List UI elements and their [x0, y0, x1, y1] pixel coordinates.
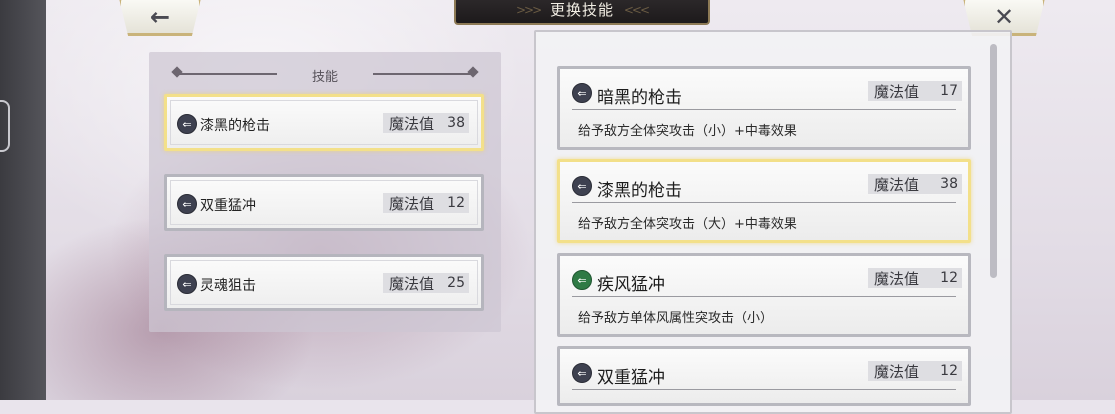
skill-name: 双重猛冲 — [597, 368, 665, 388]
skill-name: 灵魂狙击 — [200, 278, 256, 294]
page-title: 更换技能 — [549, 1, 614, 19]
mp-value: 12 — [940, 363, 958, 379]
mp-cost-badge: 魔法值 25 — [383, 273, 469, 293]
skill-list-item[interactable]: ⇐ 双重猛冲 魔法值 12 — [557, 346, 971, 406]
panel-header: 技能 — [149, 66, 501, 85]
title-ornament-left: >>> — [516, 2, 542, 17]
skill-description: 给予敌方全体突攻击（小）+中毒效果 — [578, 124, 797, 139]
title-ornament-right: <<< — [623, 2, 650, 17]
ornament-line-left — [177, 73, 277, 75]
mp-value: 38 — [447, 115, 465, 131]
wind-arrow-icon: ⇐ — [572, 270, 592, 290]
divider — [572, 202, 956, 203]
skill-list-item[interactable]: ⇐ 暗黑的枪击 魔法值 17 给予敌方全体突攻击（小）+中毒效果 — [557, 66, 971, 150]
mp-cost-badge: 魔法值 38 — [868, 174, 962, 194]
dark-arrow-icon: ⇐ — [177, 114, 197, 134]
side-handle — [0, 100, 10, 152]
skill-list-item[interactable]: ⇐ 疾风猛冲 魔法值 12 给予敌方单体风属性突攻击（小） — [557, 253, 971, 337]
equipped-skill-slot[interactable]: ⇐ 漆黑的枪击 魔法值 38 — [164, 94, 484, 151]
ornament-right — [467, 66, 479, 78]
mp-cost-badge: 魔法值 12 — [868, 268, 962, 288]
dark-arrow-icon: ⇐ — [177, 194, 197, 214]
mp-value: 12 — [447, 195, 465, 211]
mp-label: 魔法值 — [874, 175, 920, 194]
close-icon: ✕ — [993, 3, 1015, 31]
dark-arrow-icon: ⇐ — [572, 176, 592, 196]
back-arrow-icon: ← — [149, 3, 171, 31]
mp-label: 魔法值 — [874, 269, 920, 288]
mp-label: 魔法值 — [389, 114, 435, 133]
mp-label: 魔法值 — [389, 274, 435, 293]
mp-label: 魔法值 — [389, 194, 435, 213]
mp-cost-badge: 魔法值 12 — [383, 193, 469, 213]
mp-cost-badge: 魔法值 38 — [383, 113, 469, 133]
scrollbar[interactable] — [990, 44, 997, 278]
skill-name: 双重猛冲 — [200, 198, 256, 214]
skill-list-item[interactable]: ⇐ 漆黑的枪击 魔法值 38 给予敌方全体突攻击（大）+中毒效果 — [557, 159, 971, 243]
mp-value: 38 — [940, 176, 958, 192]
skill-name: 漆黑的枪击 — [597, 181, 682, 201]
skill-description: 给予敌方单体风属性突攻击（小） — [578, 311, 774, 326]
divider — [572, 109, 956, 110]
mp-label: 魔法值 — [874, 362, 920, 381]
mp-value: 25 — [447, 275, 465, 291]
ornament-line-right — [373, 73, 473, 75]
skill-name: 漆黑的枪击 — [200, 118, 270, 134]
title-plate: >>> 更换技能 <<< — [454, 0, 710, 25]
equipped-skill-slot[interactable]: ⇐ 双重猛冲 魔法值 12 — [164, 174, 484, 231]
dark-arrow-icon: ⇐ — [177, 274, 197, 294]
mp-value: 12 — [940, 270, 958, 286]
equipped-skill-slot[interactable]: ⇐ 灵魂狙击 魔法值 25 — [164, 254, 484, 311]
skill-description: 给予敌方全体突攻击（大）+中毒效果 — [578, 217, 797, 232]
ornament-left — [171, 66, 183, 78]
skill-name: 疾风猛冲 — [597, 275, 665, 295]
screen-edge — [0, 0, 46, 400]
mp-label: 魔法值 — [874, 82, 920, 101]
mp-value: 17 — [940, 83, 958, 99]
mp-cost-badge: 魔法值 12 — [868, 361, 962, 381]
skill-name: 暗黑的枪击 — [597, 88, 682, 108]
dark-arrow-icon: ⇐ — [572, 363, 592, 383]
back-button[interactable]: ← — [118, 0, 202, 36]
divider — [572, 296, 956, 297]
mp-cost-badge: 魔法值 17 — [868, 81, 962, 101]
dark-arrow-icon: ⇐ — [572, 83, 592, 103]
divider — [572, 389, 956, 390]
panel-heading: 技能 — [311, 70, 338, 85]
